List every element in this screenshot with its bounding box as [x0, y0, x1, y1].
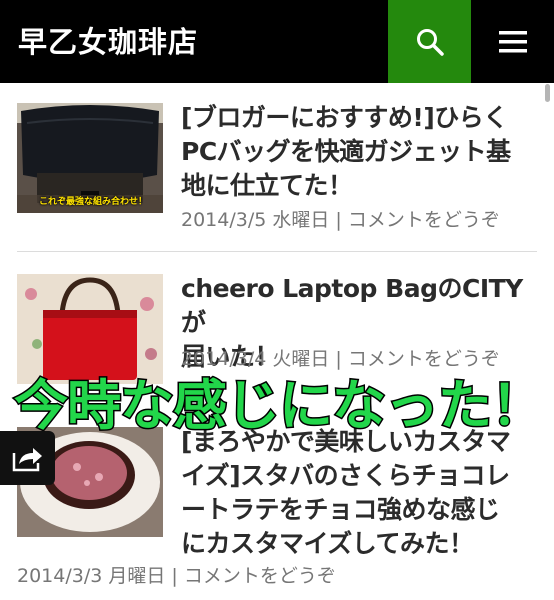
scrollbar[interactable]	[545, 84, 550, 102]
search-icon	[416, 28, 444, 56]
post-title-line: cheero Laptop BagのCITYが	[181, 274, 523, 337]
post-meta[interactable]: 2014/3/5 水曜日 | コメントをどうぞ	[181, 207, 500, 233]
post-thumbnail[interactable]	[17, 274, 163, 384]
post-title-link[interactable]: [ブロガーにおすすめ!]ひらく PCバッグを快適ガジェット基 地に仕立てた！	[181, 101, 541, 203]
post-title-line: 地に仕立てた！	[181, 171, 353, 200]
search-button[interactable]	[388, 0, 471, 83]
thumbnail-caption: これぞ最強な組み合わせ！	[39, 197, 148, 207]
post-title-line: [ブロガーにおすすめ!]ひらく	[181, 103, 508, 132]
post-thumbnail[interactable]: これぞ最強な組み合わせ！	[17, 103, 163, 213]
post-meta[interactable]: 2014/3/4 火曜日 | コメントをどうぞ	[181, 346, 500, 372]
post-item: [まろやかで美味しいカスタマ イズ]スタバのさくらチョコレ ートラテをチョコ強め…	[17, 427, 537, 587]
overlay-caption: 今時な感じになった！	[13, 373, 547, 439]
post-meta[interactable]: 2014/3/3 月曜日 | コメントをどうぞ	[17, 563, 336, 589]
site-title[interactable]: 早乙女珈琲店	[18, 22, 198, 62]
post-title-line: にカスタマイズしてみた！	[181, 529, 474, 558]
post-item: これぞ最強な組み合わせ！ [ブロガーにおすすめ!]ひらく PCバッグを快適ガジェ…	[17, 103, 537, 231]
menu-button[interactable]	[471, 0, 554, 83]
post-title-link[interactable]: [まろやかで美味しいカスタマ イズ]スタバのさくらチョコレ ートラテをチョコ強め…	[181, 425, 541, 561]
post-title-line: PCバッグを快適ガジェット基	[181, 137, 511, 166]
hamburger-menu-icon	[498, 30, 527, 52]
post-item: cheero Laptop BagのCITYが 届いた！ 2014/3/4 火曜…	[17, 274, 537, 384]
post-title-line: ートラテをチョコ強めな感じ	[181, 495, 500, 524]
red-bag-photo	[17, 274, 163, 384]
share-icon	[12, 448, 42, 472]
post-title-line: イズ]スタバのさくらチョコレ	[181, 461, 510, 490]
share-button[interactable]	[0, 431, 55, 485]
site-header: 早乙女珈琲店	[0, 0, 554, 83]
post-divider	[17, 251, 537, 252]
